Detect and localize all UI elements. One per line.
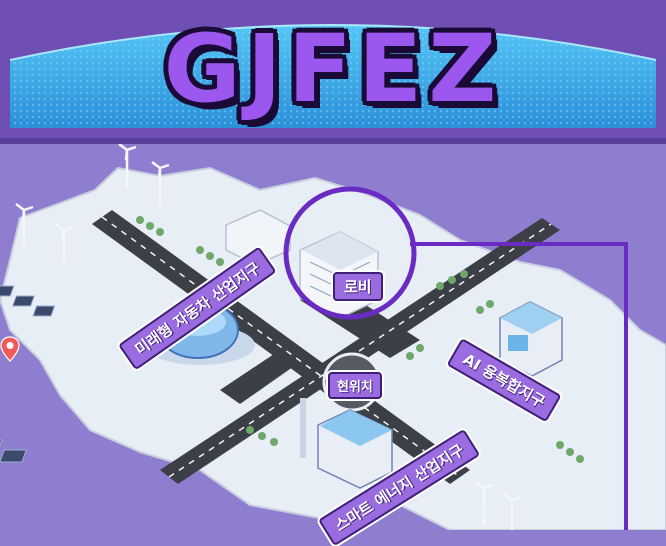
game-title: GJFEZ <box>163 14 503 124</box>
title-banner: GJFEZ <box>0 0 666 140</box>
title-wrapper: GJFEZ <box>0 14 666 124</box>
current-location-label: 현위치 <box>328 372 382 399</box>
district-map <box>0 144 666 530</box>
map-illustration <box>0 144 666 530</box>
lobby-label[interactable]: 로비 <box>333 272 383 301</box>
location-pin-icon <box>0 336 20 362</box>
